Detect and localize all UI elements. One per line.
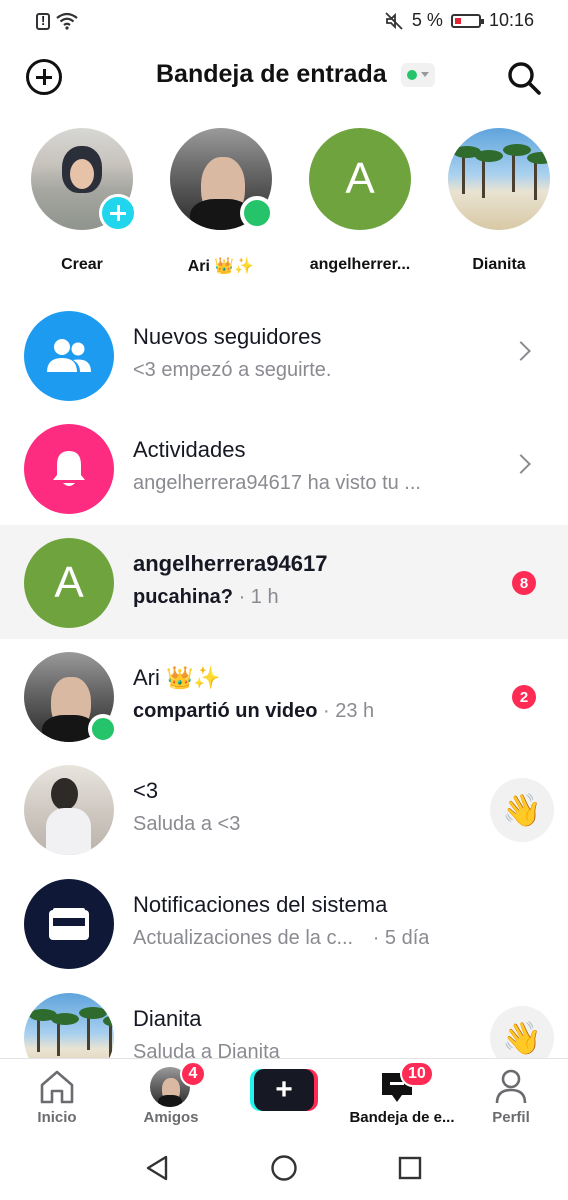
profile-icon [495, 1069, 527, 1104]
list-item-system-notifications[interactable]: Notificaciones del sistema Actualizacion… [0, 866, 568, 980]
recent-apps-icon[interactable] [398, 1156, 422, 1180]
followers-icon [24, 311, 114, 401]
row-subtitle: Actualizaciones de la c... · 5 día [133, 927, 429, 950]
story-label: Dianita [472, 256, 526, 273]
plus-icon: + [254, 1069, 314, 1111]
back-icon[interactable] [144, 1154, 172, 1182]
online-dot-icon [406, 69, 417, 80]
row-title: <3 [133, 778, 159, 803]
last-message: Actualizaciones de la c... [133, 927, 354, 949]
online-badge [88, 714, 118, 744]
inbox-badge: 10 [400, 1061, 434, 1087]
avatar: A [309, 128, 411, 230]
bell-icon [24, 424, 114, 514]
avatar [448, 128, 550, 230]
story-label: Ari 👑✨ [187, 258, 255, 275]
row-title: Notificaciones del sistema [133, 892, 388, 917]
row-subtitle: Saluda a <3 [133, 813, 241, 835]
last-message: pucahina? [133, 586, 234, 608]
bottom-nav: Inicio 4 Amigos + 10 Bandeja de e... Per… [0, 1058, 568, 1132]
chevron-right-icon [511, 454, 531, 474]
home-icon [40, 1070, 74, 1104]
wave-hand-button[interactable]: 👋 [490, 778, 554, 842]
nav-label: Inicio [37, 1109, 77, 1126]
title-wrap: Bandeja de entrada [156, 60, 435, 89]
nav-label: Amigos [143, 1109, 199, 1126]
message-time: · 1 h [233, 586, 279, 608]
story-create[interactable]: Crear [17, 124, 147, 274]
list-item-new-followers[interactable]: Nuevos seguidores <3 empezó a seguirte. [0, 298, 568, 412]
inbox-tray-icon [24, 879, 114, 969]
clock: 10:16 [488, 10, 534, 30]
nav-label: Perfil [492, 1109, 530, 1126]
avatar [31, 128, 137, 232]
muted-icon [385, 11, 403, 30]
story-angelherrer[interactable]: A angelherrer... [295, 124, 425, 274]
list-item-chat-ari[interactable]: Ari 👑✨ compartió un video · 23 h 2 [0, 639, 568, 753]
avatar [24, 765, 114, 855]
inbox-header: Bandeja de entrada [0, 48, 568, 108]
wifi-icon [56, 12, 78, 30]
row-title: angelherrera94617 [133, 551, 328, 576]
nav-friends[interactable]: 4 Amigos [116, 1059, 226, 1133]
last-message: compartió un video [133, 700, 318, 722]
home-circle-icon[interactable] [270, 1154, 298, 1182]
plus-icon[interactable] [99, 194, 137, 232]
search-icon[interactable] [506, 60, 542, 96]
nav-profile[interactable]: Perfil [456, 1059, 566, 1133]
nav-home[interactable]: Inicio [2, 1059, 112, 1133]
list-item-activities[interactable]: Actividades angelherrera94617 ha visto t… [0, 411, 568, 525]
row-subtitle: pucahina? · 1 h [133, 586, 279, 609]
row-subtitle: <3 empezó a seguirte. [133, 359, 332, 381]
avatar: A [24, 538, 114, 628]
unread-badge: 2 [512, 685, 536, 709]
story-label: angelherrer... [309, 256, 411, 273]
row-subtitle: compartió un video · 23 h [133, 700, 374, 723]
row-title: Actividades [133, 437, 246, 462]
stories-row: Crear Ari 👑✨ A angelherrer... Dianita [0, 124, 568, 284]
friends-badge: 4 [180, 1061, 206, 1087]
status-bar: 5 % 10:16 [0, 0, 568, 44]
avatar [170, 128, 274, 230]
battery-percent: 5 % [411, 10, 443, 30]
list-item-chat-angelherrera[interactable]: A angelherrera94617 pucahina? · 1 h 8 [0, 525, 568, 639]
status-right: 5 % 10:16 [384, 10, 534, 31]
avatar [24, 652, 118, 744]
row-title: Ari 👑✨ [133, 665, 221, 690]
battery-icon [450, 13, 484, 28]
story-ari[interactable]: Ari 👑✨ [156, 124, 286, 276]
chevron-right-icon [511, 341, 531, 361]
story-dianita[interactable]: Dianita [434, 124, 564, 274]
add-icon[interactable] [26, 59, 62, 95]
message-time: · 5 día [372, 927, 430, 949]
chevron-down-icon [420, 72, 429, 77]
row-title: Nuevos seguidores [133, 324, 322, 349]
story-label: Crear [61, 256, 103, 273]
row-title: Dianita [133, 1006, 202, 1031]
page-title: Bandeja de entrada [156, 60, 387, 88]
online-badge [240, 196, 274, 230]
nav-label: Bandeja de e... [349, 1109, 455, 1126]
system-nav-bar [0, 1132, 568, 1200]
list-item-chat-heart[interactable]: <3 Saluda a <3 👋 [0, 752, 568, 866]
nav-inbox[interactable]: 10 Bandeja de e... [342, 1059, 462, 1133]
message-time: · 23 h [317, 700, 375, 722]
status-left [36, 12, 78, 30]
create-button[interactable]: + [250, 1069, 318, 1111]
row-subtitle: angelherrera94617 ha visto tu ... [133, 472, 421, 494]
alert-icon [36, 12, 50, 30]
unread-badge: 8 [512, 571, 536, 595]
activity-status-toggle[interactable] [400, 62, 435, 87]
